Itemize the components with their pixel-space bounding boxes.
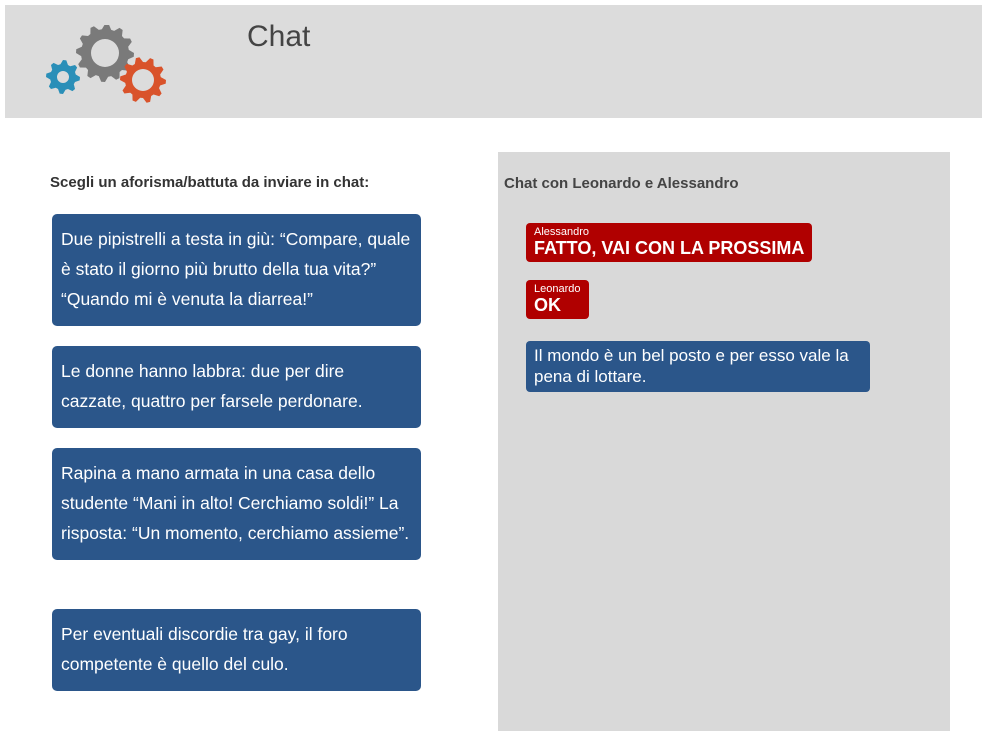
message-text: OK [534,295,561,315]
quote-list-heading: Scegli un aforisma/battuta da inviare in… [50,174,370,191]
gears-logo-icon [46,25,166,103]
gear-orange-icon [120,57,166,103]
quote-option[interactable]: Per eventuali discordie tra gay, il foro… [52,609,421,691]
quote-option[interactable]: Rapina a mano armata in una casa dello s… [52,448,421,560]
gear-gray-icon [76,25,134,82]
message-sender: Alessandro [534,226,590,238]
chat-message: Leonardo OK [526,280,589,319]
chat-panel: Chat con Leonardo e Alessandro Alessandr… [498,152,950,731]
message-sender: Leonardo [534,283,581,295]
quote-option[interactable]: Due pipistrelli a testa in giù: “Compare… [52,214,421,326]
page-title: Chat [247,20,311,53]
chat-message-own: Il mondo è un bel posto e per esso vale … [526,341,870,392]
gear-blue-icon [46,60,80,94]
chat-heading: Chat con Leonardo e Alessandro [504,175,739,192]
chat-message: Alessandro FATTO, VAI CON LA PROSSIMA [526,223,813,262]
app-header: Chat [5,5,982,118]
quote-option[interactable]: Le donne hanno labbra: due per dire cazz… [52,346,421,428]
message-text: FATTO, VAI CON LA PROSSIMA [534,238,805,258]
